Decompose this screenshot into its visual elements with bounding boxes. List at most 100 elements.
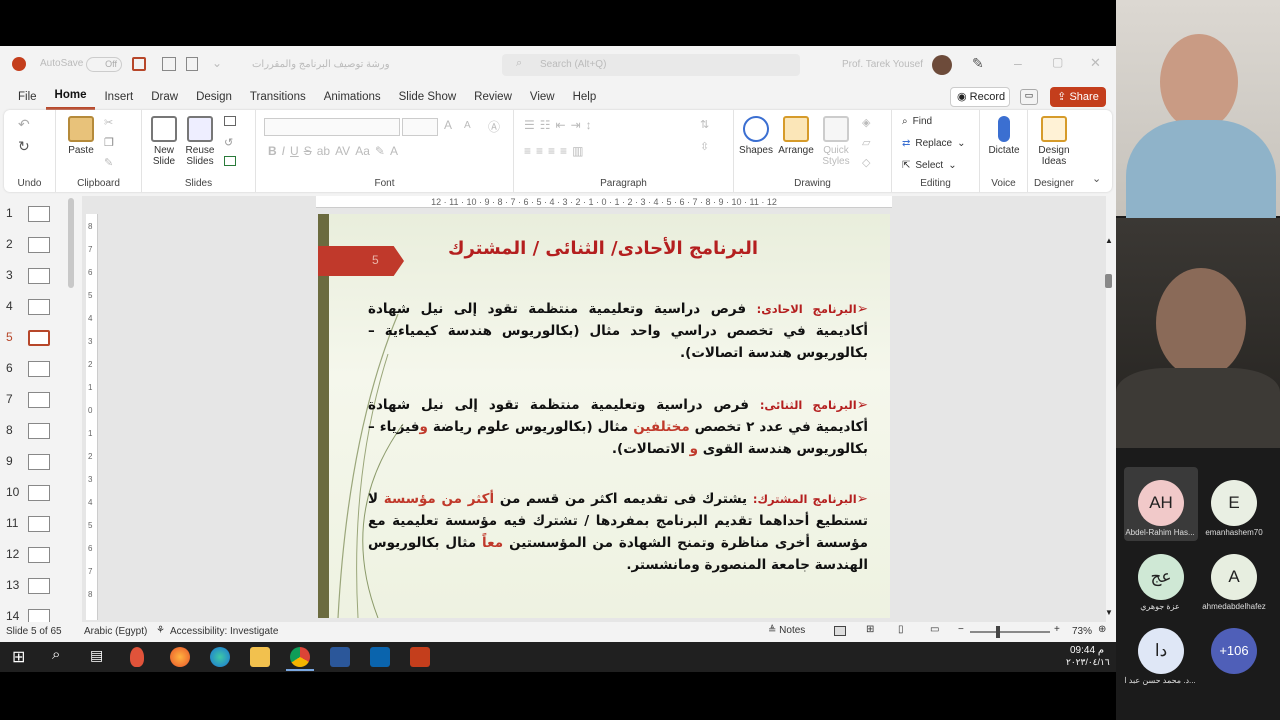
editor-scrollbar[interactable]: ▲ ▼ ⇞ ⇟ [1104,236,1114,652]
fit-slide-icon[interactable]: ⊕ [1098,624,1106,635]
collapse-ribbon-icon[interactable]: ⌄ [1092,172,1101,185]
shape-fill-icon[interactable]: ◈ [862,116,870,129]
zoom-slider[interactable] [970,626,1050,638]
shadow-icon[interactable]: ab [317,144,330,158]
shape-outline-icon[interactable]: ▱ [862,136,870,149]
reuse-slides-button[interactable]: Reuse Slides [184,116,216,167]
thumbnail-6[interactable]: 6 [0,357,80,383]
participant-avatar-2[interactable]: E [1211,480,1257,526]
outlook-icon[interactable] [370,647,390,667]
thumbnail-10[interactable]: 10 [0,481,80,507]
copy-icon[interactable]: ❐ [104,136,114,149]
slide-canvas[interactable]: 5 البرنامج الأحادى/ الثنائى / المشترك ➢ا… [318,214,890,618]
case-icon[interactable]: Aa [355,144,370,158]
find-button[interactable]: ⌕ Find [902,116,932,127]
italic-icon[interactable]: I [282,144,285,158]
tab-help[interactable]: Help [564,84,606,110]
tab-insert[interactable]: Insert [95,84,142,110]
zoom-level[interactable]: 73% [1072,626,1092,637]
taskbar-date[interactable]: ٢٠٢٣/٠٤/١٦ [1066,657,1110,668]
firefox-icon[interactable] [170,647,190,667]
thumbnail-9[interactable]: 9 [0,450,80,476]
tab-design[interactable]: Design [187,84,241,110]
zoom-in-icon[interactable]: + [1054,624,1060,635]
slideshow-view-icon[interactable]: ▭ [930,624,939,635]
indent-icon[interactable]: ⇤ [556,118,566,132]
tab-review[interactable]: Review [465,84,521,110]
strikethrough-icon[interactable]: S [304,144,312,158]
decrease-font-icon[interactable]: A [464,120,471,131]
underline-icon[interactable]: U [290,144,299,158]
highlight-icon[interactable]: ✎ [375,144,385,158]
format-painter-icon[interactable]: ✎ [104,156,113,169]
tab-file[interactable]: File [9,84,46,110]
new-slide-button[interactable]: New Slide [148,116,180,167]
more-participants-badge[interactable]: +106 [1211,628,1257,674]
chrome-icon[interactable] [290,647,310,667]
tab-slide-show[interactable]: Slide Show [390,84,466,110]
bullets-icon[interactable]: ☰ [524,118,535,132]
tab-home[interactable]: Home [45,84,96,110]
language[interactable]: Arabic (Egypt) [84,626,147,637]
arrange-button[interactable]: Arrange [776,116,816,156]
restore-icon[interactable]: ▢ [1052,55,1063,69]
reset-icon[interactable]: ↺ [224,136,233,149]
spacing-icon[interactable]: AV [335,144,350,158]
close-icon[interactable]: ✕ [1090,55,1101,71]
autosave-toggle[interactable]: Off [86,57,122,72]
new-doc-icon[interactable] [186,57,198,71]
taskbar-search-icon[interactable]: ⌕ [52,646,60,663]
layout-icon[interactable] [224,116,236,126]
minimize-icon[interactable]: – [1014,55,1022,71]
pen-icon[interactable]: ✎ [972,55,984,72]
outdent-icon[interactable]: ⇥ [571,118,581,132]
clear-format-icon[interactable]: Ⓐ [488,118,500,135]
thumbnail-5[interactable]: 5 [0,326,80,352]
paste-button[interactable]: Paste [64,116,98,156]
thumbnails-scrollbar[interactable] [68,198,74,288]
justify-icon[interactable]: ≡ [560,144,567,158]
document-title[interactable]: ورشة توصيف البرنامج والمقررات [252,59,390,70]
edge-icon[interactable] [210,647,230,667]
line-spacing-icon[interactable]: ↕ [586,118,592,132]
tab-draw[interactable]: Draw [142,84,187,110]
align-right-icon[interactable]: ≡ [548,144,555,158]
scroll-up-icon[interactable]: ▲ [1105,236,1113,245]
share-button[interactable]: ⇪ Share [1050,87,1106,107]
file-explorer-icon[interactable] [250,647,270,667]
user-avatar[interactable] [932,55,952,75]
section-icon[interactable] [224,156,236,166]
record-button[interactable]: ◉ Record [950,87,1010,107]
reading-view-icon[interactable]: ▯ [898,624,904,635]
word-icon[interactable] [330,647,350,667]
sorter-view-icon[interactable]: ⊞ [866,624,874,635]
normal-view-icon[interactable] [834,626,846,636]
redo-icon[interactable]: ↻ [18,138,30,155]
participant-avatar-4[interactable]: A [1211,554,1257,600]
participant-avatar-3[interactable]: عج [1138,554,1184,600]
tab-animations[interactable]: Animations [315,84,390,110]
thumbnail-4[interactable]: 4 [0,295,80,321]
font-name-box[interactable] [264,118,400,136]
dictate-button[interactable]: Dictate [984,116,1024,156]
search-box[interactable]: ⌕ Search (Alt+Q) [502,54,800,76]
zoom-out-icon[interactable]: − [958,624,964,635]
undo-icon[interactable]: ↶ [18,116,30,133]
thumbnail-13[interactable]: 13 [0,574,80,600]
scroll-thumb[interactable] [1105,274,1112,288]
font-color-icon[interactable]: A [390,144,398,158]
thumbnail-7[interactable]: 7 [0,388,80,414]
video-tile-participant[interactable] [1116,218,1280,448]
microphone-app-icon[interactable] [130,647,144,667]
align-text-icon[interactable]: ⇳ [700,140,709,153]
align-left-icon[interactable]: ≡ [524,144,531,158]
text-direction-icon[interactable]: ⇅ [700,118,709,131]
increase-font-icon[interactable]: A [444,118,452,132]
thumbnail-11[interactable]: 11 [0,512,80,538]
task-view-icon[interactable]: ▤ [90,647,103,664]
powerpoint-taskbar-icon[interactable] [410,647,430,667]
notes-button[interactable]: ≜ Notes [768,625,805,636]
windows-start-icon[interactable]: ⊞ [12,647,25,667]
zoom-slider-thumb[interactable] [996,626,1000,638]
shapes-button[interactable]: Shapes [738,116,774,156]
